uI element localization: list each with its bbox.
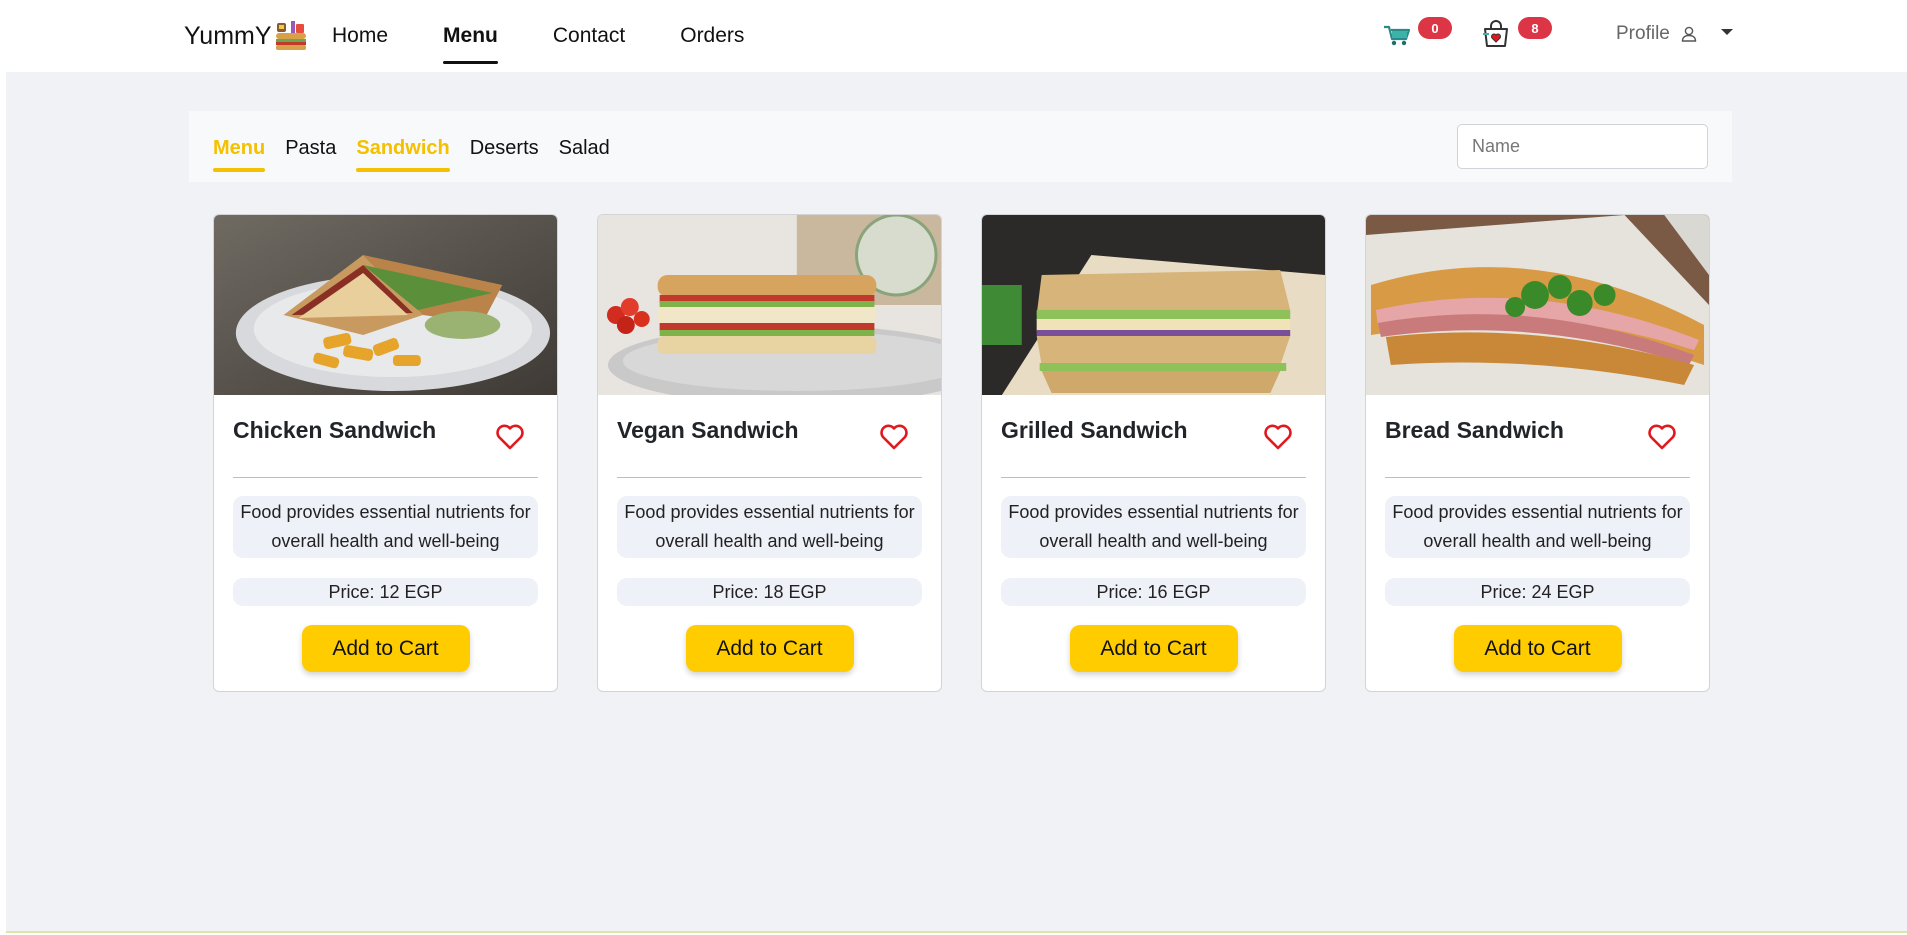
top-navbar: YummY Home Menu Contact Orders 0 8 Profi… xyxy=(6,0,1907,72)
tab-pasta[interactable]: Pasta xyxy=(285,137,336,168)
nav-orders-link[interactable]: Orders xyxy=(680,0,744,72)
cart-icon[interactable] xyxy=(1383,24,1411,46)
wishlist-count-badge: 8 xyxy=(1518,17,1552,39)
product-title: Bread Sandwich xyxy=(1385,417,1564,443)
bread-sandwich-image xyxy=(1366,215,1709,395)
product-title: Vegan Sandwich xyxy=(617,417,799,443)
product-title: Chicken Sandwich xyxy=(233,417,437,443)
add-to-cart-button[interactable]: Add to Cart xyxy=(301,625,470,672)
brand[interactable]: YummY xyxy=(184,18,309,54)
divider xyxy=(233,477,538,478)
tab-salad[interactable]: Salad xyxy=(559,137,610,168)
product-card: Vegan Sandwich Food provides essential n… xyxy=(597,214,942,692)
add-to-cart-button[interactable]: Add to Cart xyxy=(1069,625,1238,672)
product-price: Price: 12 EGP xyxy=(233,578,538,606)
chevron-down-icon[interactable] xyxy=(1721,29,1733,35)
add-to-cart-button[interactable]: Add to Cart xyxy=(1453,625,1622,672)
product-card: Grilled Sandwich Food provides essential… xyxy=(981,214,1326,692)
divider xyxy=(617,477,922,478)
category-bar: Menu Pasta Sandwich Deserts Salad xyxy=(189,111,1732,182)
category-tabs: Menu Pasta Sandwich Deserts Salad xyxy=(213,137,630,172)
heart-icon[interactable] xyxy=(1262,421,1294,453)
name-search-input[interactable] xyxy=(1457,124,1708,169)
chicken-sandwich-image xyxy=(214,215,557,395)
product-card: Bread Sandwich Food provides essential n… xyxy=(1365,214,1710,692)
product-price: Price: 18 EGP xyxy=(617,578,922,606)
divider xyxy=(1385,477,1690,478)
profile-label: Profile xyxy=(1616,23,1670,44)
cart-count-badge: 0 xyxy=(1418,17,1452,39)
product-description: Food provides essential nutrients for ov… xyxy=(1001,496,1306,558)
nav-contact-link[interactable]: Contact xyxy=(553,0,625,72)
tab-sandwich[interactable]: Sandwich xyxy=(356,137,451,172)
product-description: Food provides essential nutrients for ov… xyxy=(233,496,538,558)
divider xyxy=(1001,477,1306,478)
heart-icon[interactable] xyxy=(878,421,910,453)
grilled-sandwich-image xyxy=(982,215,1325,395)
heart-icon[interactable] xyxy=(494,421,526,453)
food-logo-icon xyxy=(275,21,306,50)
brand-name: YummY xyxy=(184,21,272,50)
product-price: Price: 24 EGP xyxy=(1385,578,1690,606)
add-to-cart-button[interactable]: Add to Cart xyxy=(685,625,854,672)
tab-deserts[interactable]: Deserts xyxy=(470,137,539,168)
product-description: Food provides essential nutrients for ov… xyxy=(617,496,922,558)
nav-home-link[interactable]: Home xyxy=(332,0,388,72)
wishlist-bag-icon[interactable] xyxy=(1481,20,1511,48)
product-price: Price: 16 EGP xyxy=(1001,578,1306,606)
product-card: Chicken Sandwich Food provides essential… xyxy=(213,214,558,692)
product-grid: Chicken Sandwich Food provides essential… xyxy=(213,214,1710,692)
main-nav: Home Menu Contact Orders xyxy=(332,0,799,72)
tab-menu[interactable]: Menu xyxy=(213,137,266,172)
profile-menu[interactable]: Profile xyxy=(1616,22,1698,46)
heart-icon[interactable] xyxy=(1646,421,1678,453)
product-title: Grilled Sandwich xyxy=(1001,417,1188,443)
vegan-sandwich-image xyxy=(598,215,941,395)
product-description: Food provides essential nutrients for ov… xyxy=(1385,496,1690,558)
user-icon xyxy=(1681,26,1697,42)
nav-menu-link[interactable]: Menu xyxy=(443,0,498,72)
